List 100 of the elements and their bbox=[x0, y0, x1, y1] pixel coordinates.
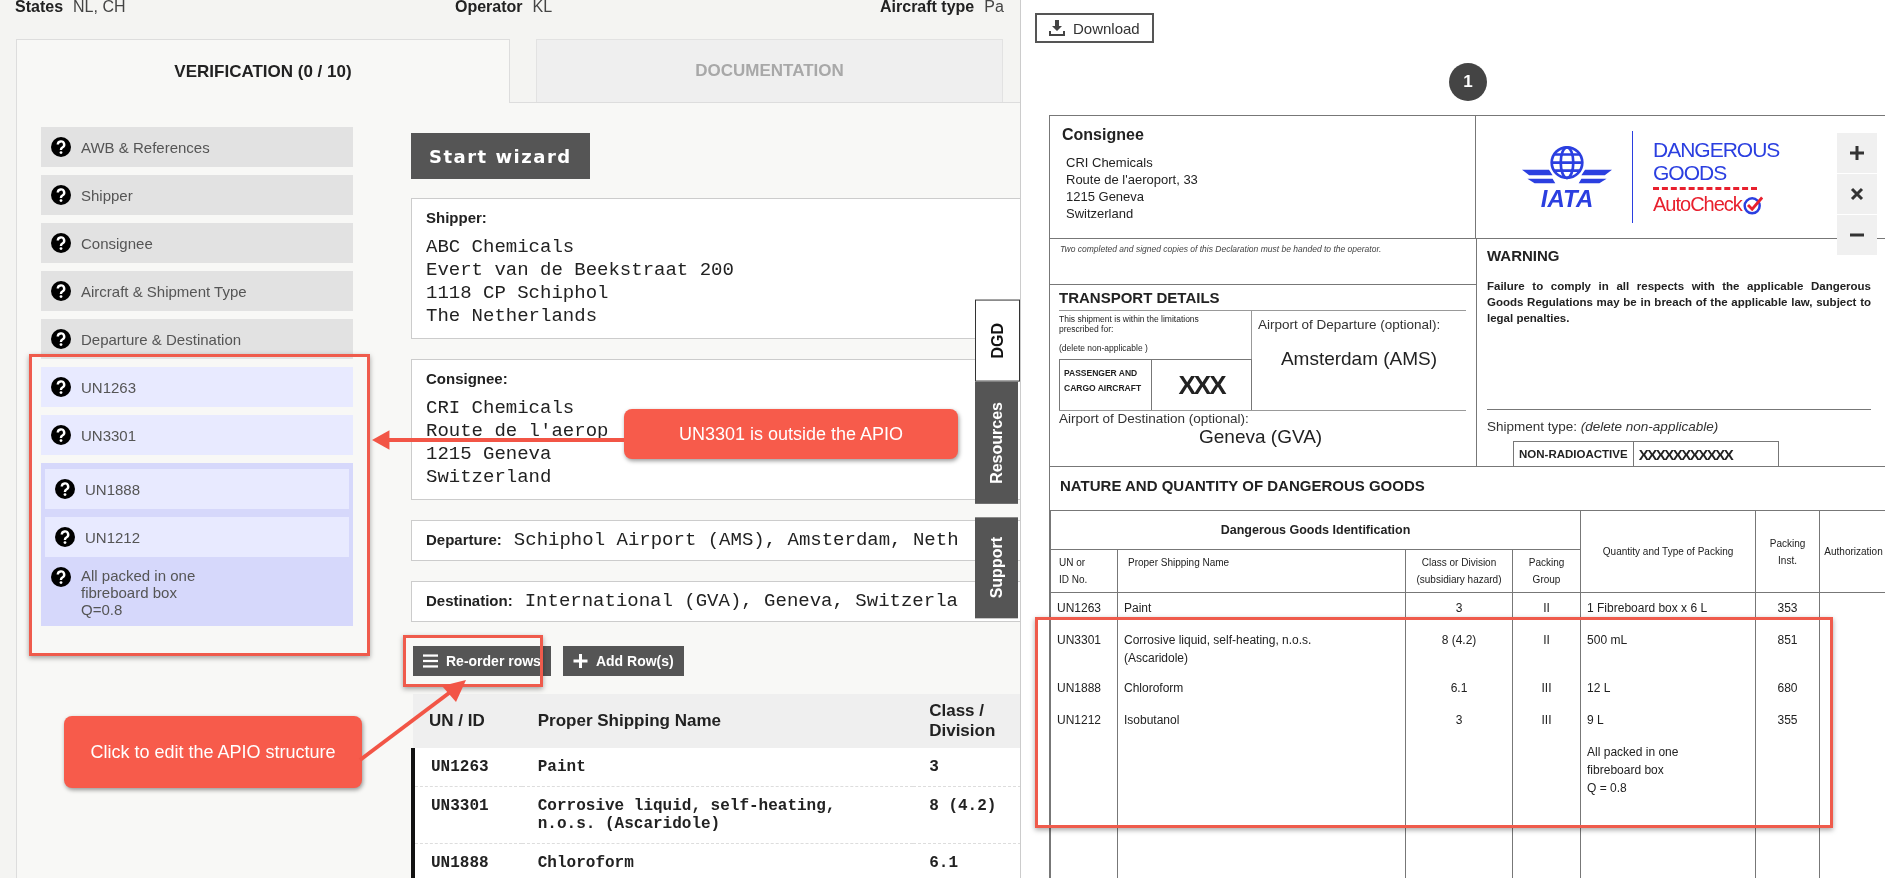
column-header: Packing Inst. bbox=[1755, 511, 1820, 593]
sidebar-item[interactable]: UN1888 bbox=[45, 469, 349, 509]
sidebar-item[interactable]: UN1212 bbox=[45, 517, 349, 557]
address-line: The Netherlands bbox=[426, 305, 598, 328]
callout: Click to edit the APIO structure bbox=[64, 716, 362, 788]
aircraft-option: XXX bbox=[1152, 360, 1251, 410]
question-icon bbox=[51, 185, 71, 205]
info-label: Aircraft type bbox=[880, 0, 975, 16]
table-cell: 3 bbox=[913, 748, 1020, 787]
section-heading: NATURE AND QUANTITY OF DANGEROUS GOODS bbox=[1060, 477, 1425, 494]
table-cell: 8 (4.2) bbox=[1441, 633, 1477, 647]
logo-text: GOODS bbox=[1653, 161, 1728, 184]
table-cell: Corrosive liquid, self-heating, n.o.s. (Ascaridole) bbox=[1124, 633, 1312, 665]
address-line: Route de l'aerop bbox=[426, 420, 609, 443]
sidebar-item[interactable]: AWB & References bbox=[41, 127, 353, 167]
info-value: NL, CH bbox=[73, 0, 126, 16]
section-heading: TRANSPORT DETAILS bbox=[1059, 289, 1221, 306]
address-line: 1215 Geneva bbox=[426, 443, 552, 466]
sidebar-item[interactable]: Shipper bbox=[41, 175, 353, 215]
sidebar-item[interactable]: Consignee bbox=[41, 223, 353, 263]
table-cell: 851 bbox=[1777, 633, 1798, 647]
address-line: ABC Chemicals bbox=[426, 236, 575, 259]
table-cell: 3 bbox=[1455, 601, 1463, 615]
table-cell: 680 bbox=[1777, 681, 1798, 695]
limitations-text: This shipment is within the limitations prescribed for: bbox=[1059, 313, 1200, 334]
shipment-type-label: Shipment type: (delete non-applicable) bbox=[1487, 419, 1720, 434]
close-icon bbox=[1850, 187, 1864, 201]
question-icon bbox=[51, 425, 71, 445]
reorder-rows-button[interactable]: Re-order rows bbox=[413, 646, 551, 676]
warning-text: Failure to comply in all respects with the applicable Dangerous Goods Regulations may be in breach of the applicable law, subject to legal penalties. bbox=[1487, 279, 1871, 326]
address-line: Route de l'aeroport, 33 bbox=[1065, 171, 1199, 188]
table-cell: 3 bbox=[1455, 713, 1463, 727]
address-line: 1215 Geneva bbox=[1065, 188, 1146, 205]
column-header: UN or ID No. bbox=[1050, 549, 1118, 593]
shipment-option: XXXXXXXXXXX bbox=[1633, 442, 1738, 466]
card-label: Destination: bbox=[426, 592, 513, 609]
question-icon bbox=[51, 377, 71, 397]
question-icon bbox=[51, 233, 71, 253]
field-value: Geneva (GVA) bbox=[1198, 426, 1324, 448]
tab[interactable]: VERIFICATION (0 / 10) bbox=[16, 39, 510, 103]
column-header: UN / ID bbox=[413, 694, 522, 748]
consignee-heading: Consignee bbox=[1062, 126, 1145, 144]
address-line: Switzerland bbox=[426, 466, 552, 489]
table-cell: UN1212 bbox=[1057, 713, 1102, 727]
shipment-option: NON-RADIOACTIVE bbox=[1514, 442, 1634, 466]
reset-button[interactable] bbox=[1837, 174, 1877, 214]
card-label: Consignee: bbox=[426, 370, 509, 387]
side-tab[interactable]: Resources bbox=[975, 381, 1018, 504]
table-cell: III bbox=[1541, 681, 1552, 695]
table-cell: 353 bbox=[1777, 601, 1798, 615]
sidebar-item[interactable]: Aircraft & Shipment Type bbox=[41, 271, 353, 311]
table-cell: UN3301 bbox=[413, 786, 522, 844]
table-cell: III bbox=[1541, 713, 1552, 727]
table-cell: All packed in one fibreboard box Q = 0.8 bbox=[1587, 745, 1679, 795]
question-icon bbox=[51, 281, 71, 301]
check-circle-icon bbox=[1742, 194, 1763, 215]
logo-text: AutoCheck bbox=[1653, 193, 1742, 216]
address-line: CRI Chemicals bbox=[426, 397, 575, 420]
start-wizard-button[interactable]: Start wizard bbox=[411, 133, 590, 179]
field-label: Airport of Departure (optional): bbox=[1258, 317, 1442, 332]
table-cell: 8 (4.2) bbox=[913, 786, 1020, 844]
warning-heading: WARNING bbox=[1487, 247, 1561, 264]
download-icon bbox=[1049, 20, 1065, 36]
field-label: Airport of Destination (optional): bbox=[1059, 411, 1250, 426]
table-cell: 12 L bbox=[1587, 681, 1611, 695]
column-header: Quantity and Type of Packing bbox=[1580, 511, 1756, 593]
question-icon bbox=[55, 479, 75, 499]
card-label: Shipper: bbox=[426, 209, 488, 226]
address-line: Evert van de Beekstraat 200 bbox=[426, 259, 734, 282]
table-cell: 355 bbox=[1777, 713, 1798, 727]
callout: UN3301 is outside the APIO bbox=[624, 409, 958, 459]
menu-icon bbox=[423, 654, 438, 668]
column-header: Proper Shipping Name bbox=[1117, 549, 1406, 593]
table-cell: Chloroform bbox=[1124, 681, 1184, 695]
info-label: Operator bbox=[455, 0, 523, 16]
sidebar-item[interactable]: UN3301 bbox=[41, 415, 353, 455]
side-tab[interactable]: DGD bbox=[975, 300, 1020, 382]
address-line: 1118 CP Schiphol bbox=[426, 282, 609, 305]
table-cell: UN1888 bbox=[1057, 681, 1102, 695]
address-line: Switzerland bbox=[1065, 205, 1135, 222]
question-icon bbox=[55, 527, 75, 547]
zoom-in-button[interactable] bbox=[1837, 133, 1877, 173]
table-cell: 1 Fibreboard box x 6 L bbox=[1587, 601, 1708, 615]
destination-value: International (GVA), Geneva, Switzerla bbox=[524, 590, 958, 612]
table-cell: UN1263 bbox=[1057, 601, 1102, 615]
side-tab[interactable]: Support bbox=[975, 517, 1018, 619]
sidebar-item[interactable]: Departure & Destination bbox=[41, 319, 353, 359]
add-rows-button[interactable]: Add Row(s) bbox=[562, 646, 684, 676]
plus-icon bbox=[1850, 146, 1864, 160]
field-value: Amsterdam (AMS) bbox=[1279, 348, 1439, 370]
column-group-header: Dangerous Goods Identification bbox=[1050, 511, 1581, 550]
departure-value: Schiphol Airport (AMS), Amsterdam, Neth bbox=[513, 529, 959, 551]
sidebar-group[interactable]: UN1888 UN1212 All packed in one fibreboard box Q=0.8 bbox=[41, 463, 353, 626]
table-cell: UN1888 bbox=[413, 843, 522, 878]
download-button[interactable]: Download bbox=[1035, 13, 1154, 43]
table-cell: 6.1 bbox=[1450, 681, 1468, 695]
column-header: Proper Shipping Name bbox=[521, 694, 914, 748]
sidebar-item[interactable]: UN1263 bbox=[41, 367, 353, 407]
info-value: Pa bbox=[984, 0, 1004, 16]
table-cell: 6.1 bbox=[913, 843, 1020, 878]
